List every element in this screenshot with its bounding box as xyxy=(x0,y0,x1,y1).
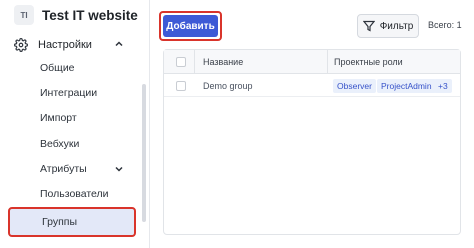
column-header-roles[interactable]: Проектные роли xyxy=(334,57,403,67)
groups-table: Название Проектные роли Demo group Obser… xyxy=(163,49,461,235)
select-all-checkbox[interactable] xyxy=(176,57,186,67)
row-checkbox[interactable] xyxy=(176,81,186,91)
sidebar-item-label: Группы xyxy=(42,216,77,228)
sidebar-section-settings[interactable]: Настройки xyxy=(14,36,134,54)
sidebar-scrollbar[interactable] xyxy=(142,84,146,222)
sidebar-item-webhooks[interactable]: Вебхуки xyxy=(8,132,136,156)
role-tag: ProjectAdmin xyxy=(377,79,436,93)
sidebar-item-label: Вебхуки xyxy=(40,138,80,150)
sidebar-item-users[interactable]: Пользователи xyxy=(8,182,136,206)
column-header-name[interactable]: Название xyxy=(203,57,243,67)
sidebar-item-label: Общие xyxy=(40,62,75,74)
column-divider xyxy=(327,50,328,74)
filter-button[interactable]: Фильтр xyxy=(357,14,419,38)
workspace-name: Test IT website xyxy=(42,7,138,23)
workspace-header[interactable]: TI Test IT website xyxy=(14,5,138,25)
sidebar-item-integrations[interactable]: Интеграции xyxy=(8,81,136,105)
column-divider xyxy=(194,50,195,74)
add-button[interactable]: Добавить xyxy=(163,15,218,37)
filter-button-label: Фильтр xyxy=(379,20,414,32)
sidebar-item-label: Атрибуты xyxy=(40,163,87,175)
sidebar-item-label: Пользователи xyxy=(40,188,109,200)
filter-icon xyxy=(362,20,375,32)
group-name[interactable]: Demo group xyxy=(203,81,253,91)
gear-icon xyxy=(14,38,28,52)
sidebar-item-import[interactable]: Импорт xyxy=(8,106,136,130)
role-tag: Observer xyxy=(333,79,376,93)
more-roles-badge[interactable]: +3 xyxy=(434,79,452,93)
table-header: Название Проектные роли xyxy=(164,50,460,74)
sidebar-item-attributes[interactable]: Атрибуты xyxy=(8,157,136,181)
sidebar-item-general[interactable]: Общие xyxy=(8,56,136,80)
sidebar-item-label: Импорт xyxy=(40,112,77,124)
workspace-badge: TI xyxy=(14,5,34,25)
total-count: Всего: 1 xyxy=(428,20,462,30)
chevron-up-icon[interactable] xyxy=(114,39,124,49)
table-row[interactable]: Demo group Observer ProjectAdmin +3 xyxy=(164,75,460,97)
sidebar-item-label: Интеграции xyxy=(40,87,98,99)
sidebar-section-label: Настройки xyxy=(38,39,92,51)
chevron-down-icon xyxy=(115,166,123,172)
sidebar-item-groups[interactable]: Группы xyxy=(8,207,136,237)
sidebar: TI Test IT website Настройки Общие Интег… xyxy=(0,0,150,248)
